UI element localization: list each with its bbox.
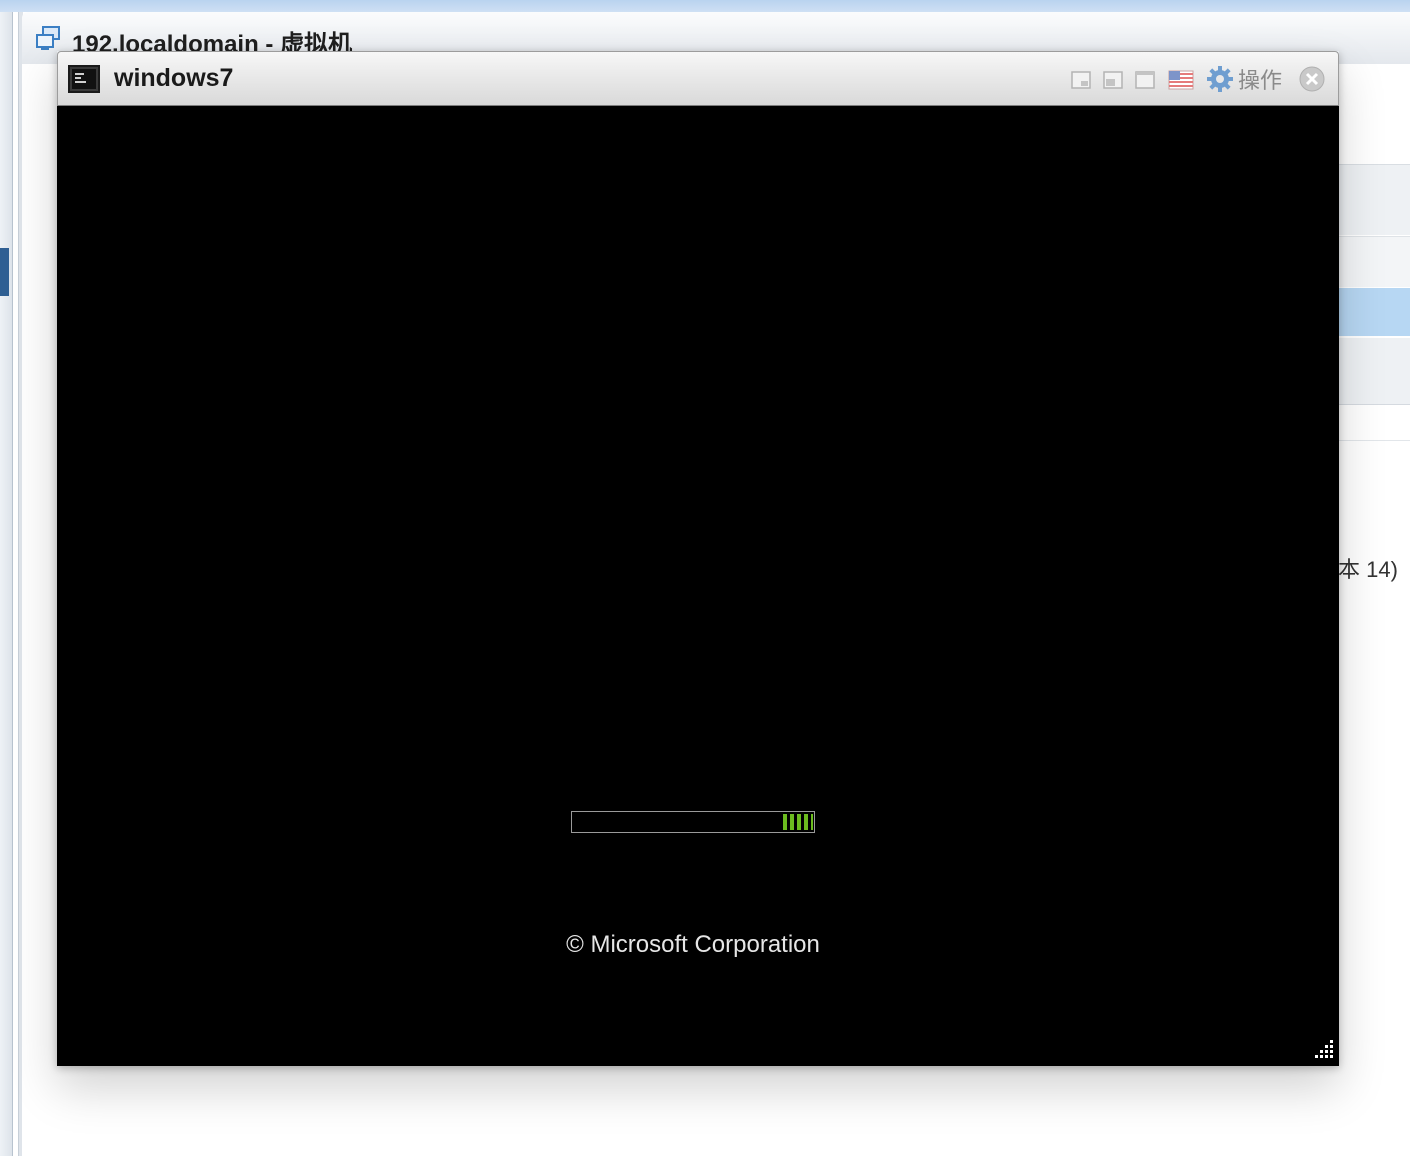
host-list-row[interactable]	[1338, 406, 1410, 441]
window-restore-icon[interactable]	[1102, 69, 1124, 91]
host-list-row[interactable]	[1338, 338, 1410, 405]
actions-menu-label: 操作	[1238, 68, 1283, 93]
boot-progress-indicator	[783, 814, 813, 830]
window-minimize-icon[interactable]	[1070, 69, 1092, 91]
gear-icon	[1207, 66, 1233, 92]
vm-console-screen[interactable]: © Microsoft Corporation	[57, 106, 1339, 1066]
vm-console-window: windows7 操作 © Microsoft Corporation	[57, 51, 1339, 1066]
us-flag-icon[interactable]	[1168, 69, 1194, 91]
host-list-row[interactable]	[1338, 164, 1410, 235]
host-list-row[interactable]	[1338, 236, 1410, 287]
actions-menu-button[interactable]: 操作	[1206, 64, 1282, 94]
host-list-row-selected[interactable]	[1338, 288, 1410, 336]
boot-progress-bar	[571, 811, 815, 833]
close-icon[interactable]	[1298, 65, 1326, 93]
boot-copyright-text: © Microsoft Corporation	[566, 931, 820, 958]
console-icon	[68, 65, 100, 93]
host-left-panel-edge	[0, 12, 13, 1156]
console-titlebar[interactable]: windows7 操作	[57, 51, 1339, 106]
host-detail-text-fragment: 本 14)	[1338, 557, 1398, 582]
desktop-top-strip	[0, 0, 1410, 12]
resize-grip-icon[interactable]	[1311, 1037, 1335, 1061]
console-window-title: windows7	[114, 64, 234, 92]
vm-group-icon	[34, 25, 62, 53]
host-nav-selected-marker	[0, 248, 9, 296]
window-maximize-icon[interactable]	[1134, 69, 1156, 91]
